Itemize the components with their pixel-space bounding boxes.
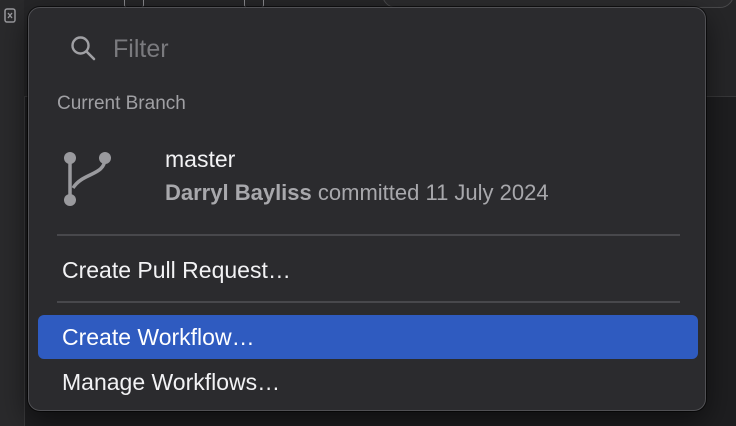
divider xyxy=(57,301,680,303)
commit-info: Darryl Bayliss committed 11 July 2024 xyxy=(165,180,549,206)
document-icon xyxy=(4,8,16,23)
commit-date-text: committed 11 July 2024 xyxy=(317,180,549,205)
search-icon xyxy=(71,36,96,61)
current-branch-row[interactable]: master Darryl Bayliss committed 11 July … xyxy=(57,138,687,218)
filter-input[interactable] xyxy=(113,34,653,64)
create-workflow-item[interactable]: Create Workflow… xyxy=(38,315,698,359)
branch-name: master xyxy=(165,146,236,172)
branch-icon xyxy=(64,152,111,206)
create-pull-request-item[interactable]: Create Pull Request… xyxy=(38,248,698,292)
commit-author: Darryl Bayliss xyxy=(165,180,312,205)
current-branch-header: Current Branch xyxy=(57,93,186,114)
sidebar xyxy=(0,0,25,426)
branch-popover: Current Branch master Darryl Bayliss com… xyxy=(28,7,706,411)
manage-workflows-item[interactable]: Manage Workflows… xyxy=(38,360,698,404)
divider xyxy=(57,234,680,236)
filter-row xyxy=(69,34,669,64)
